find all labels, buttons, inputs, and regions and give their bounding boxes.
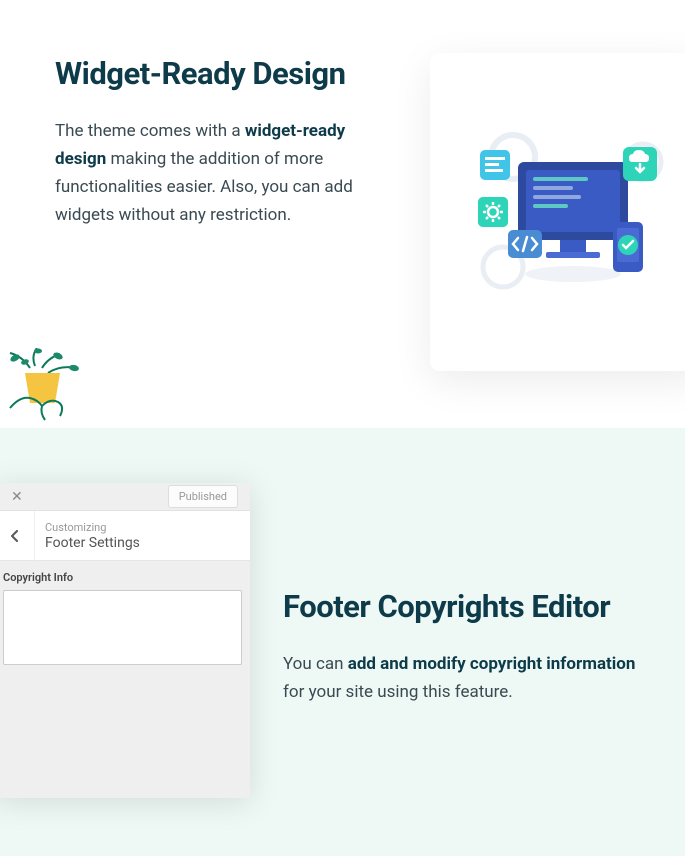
copyright-info-section: Copyright Info bbox=[0, 561, 250, 679]
heading-widget-ready: Widget-Ready Design bbox=[55, 55, 385, 92]
published-button[interactable]: Published bbox=[168, 485, 238, 508]
customizer-nav: Customizing Footer Settings bbox=[0, 511, 250, 561]
customizing-label: Customizing bbox=[45, 521, 140, 534]
customizer-panel: ✕ Published Customizing Footer Settings … bbox=[0, 483, 250, 798]
body-text: You can bbox=[283, 654, 348, 674]
section-widget-ready: Widget-Ready Design The theme comes with… bbox=[0, 0, 685, 428]
plant-icon bbox=[0, 348, 90, 423]
customizer-header: ✕ Published bbox=[0, 483, 250, 511]
section-footer-copyrights-content: Footer Copyrights Editor You can add and… bbox=[283, 588, 643, 706]
heading-footer-copyrights: Footer Copyrights Editor bbox=[283, 588, 643, 625]
plant-decoration bbox=[0, 348, 90, 423]
copyright-textarea[interactable] bbox=[3, 590, 242, 665]
chevron-left-icon bbox=[11, 530, 19, 542]
close-icon[interactable]: ✕ bbox=[11, 489, 23, 505]
body-bold: add and modify copyright information bbox=[348, 654, 636, 674]
back-button[interactable] bbox=[0, 511, 35, 561]
customizer-nav-labels: Customizing Footer Settings bbox=[35, 521, 140, 551]
web-dev-illustration bbox=[468, 122, 668, 302]
section-footer-copyrights: ✕ Published Customizing Footer Settings … bbox=[0, 428, 685, 856]
copyright-info-label: Copyright Info bbox=[3, 571, 242, 584]
body-text: The theme comes with a bbox=[55, 121, 245, 141]
section-widget-ready-content: Widget-Ready Design The theme comes with… bbox=[55, 55, 385, 229]
body-widget-ready: The theme comes with a widget-ready desi… bbox=[55, 117, 385, 229]
footer-settings-label: Footer Settings bbox=[45, 535, 140, 551]
body-text: for your site using this feature. bbox=[283, 682, 513, 702]
code-monitor-icon bbox=[468, 122, 668, 302]
body-footer-copyrights: You can add and modify copyright informa… bbox=[283, 650, 643, 706]
illustration-card bbox=[430, 53, 685, 371]
